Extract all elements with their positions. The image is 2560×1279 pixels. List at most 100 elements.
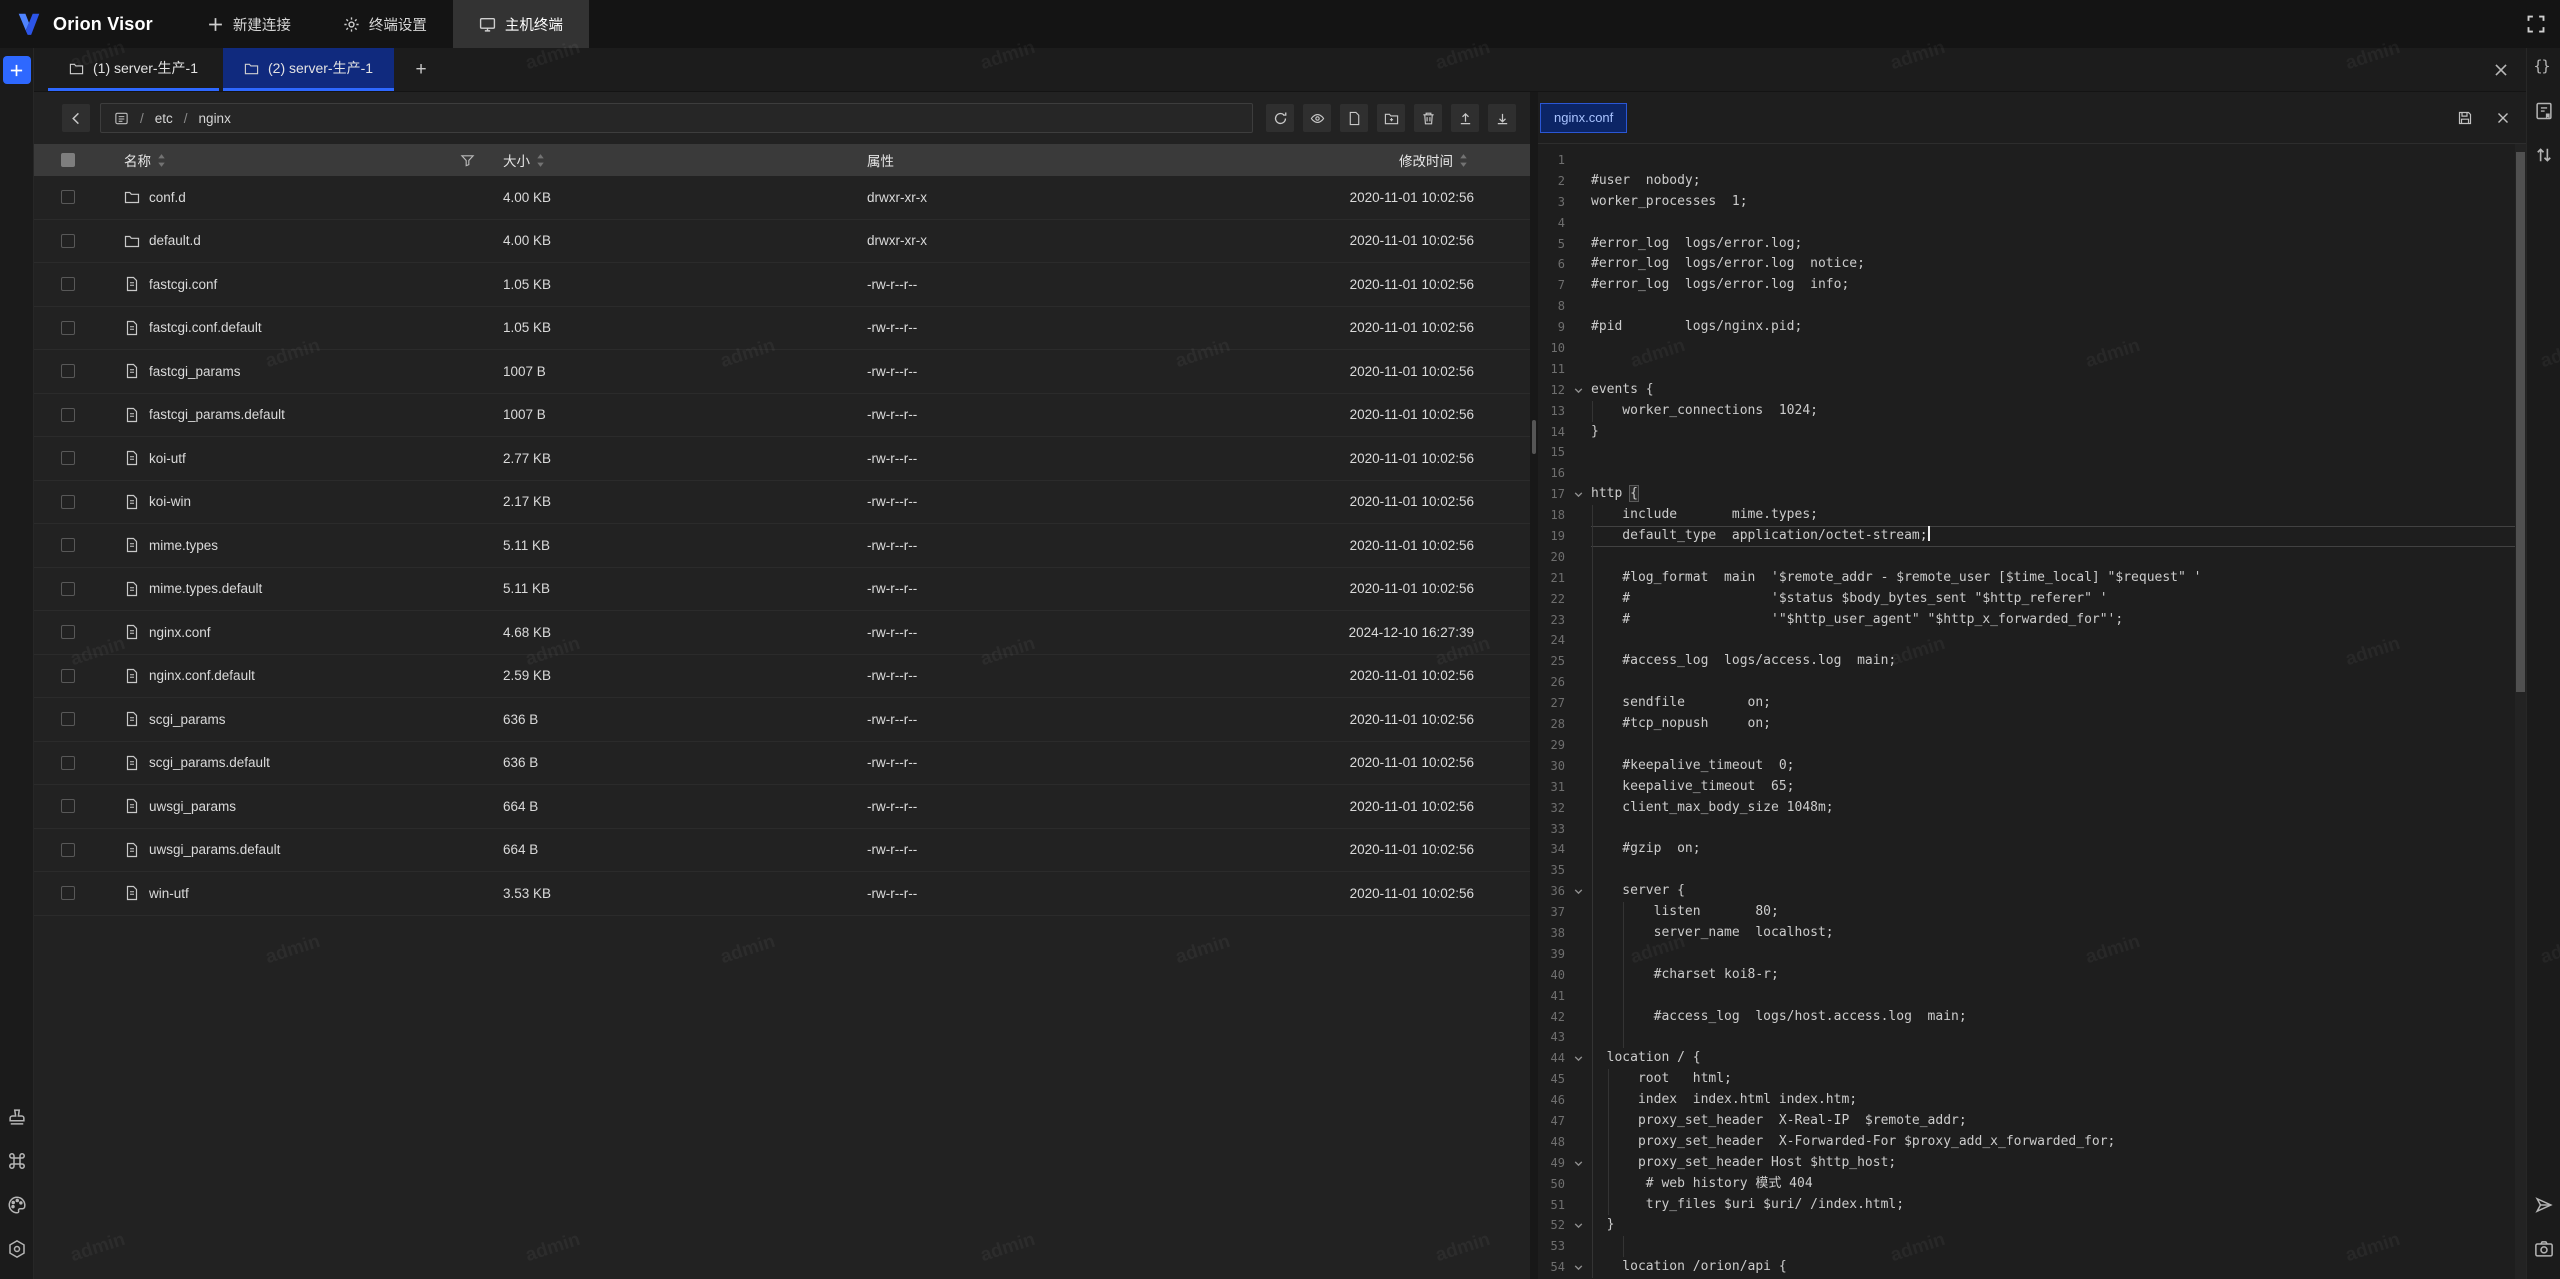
topbar-item-terminal-settings[interactable]: 终端设置 [317, 0, 453, 48]
fold-toggle[interactable] [1565, 672, 1591, 693]
fold-toggle[interactable] [1565, 401, 1591, 422]
code-line[interactable]: 19 default_type application/octet-stream… [1538, 526, 2526, 547]
code-line[interactable]: 42 #access_log logs/host.access.log main… [1538, 1007, 2526, 1028]
table-row[interactable]: fastcgi.conf.default 1.05 KB -rw-r--r-- … [34, 307, 1530, 351]
fold-toggle[interactable] [1565, 1007, 1591, 1028]
code-line[interactable]: 54 location /orion/api { [1538, 1257, 2526, 1278]
code-line[interactable]: 53 [1538, 1236, 2526, 1257]
braces-icon[interactable]: {} [2534, 57, 2554, 77]
list-icon[interactable] [114, 111, 129, 126]
doc-bookmark-icon[interactable] [2534, 101, 2554, 121]
file-name[interactable]: koi-utf [149, 451, 186, 466]
fold-toggle[interactable] [1565, 651, 1591, 672]
code-line[interactable]: 37 listen 80; [1538, 902, 2526, 923]
row-checkbox[interactable] [61, 451, 75, 465]
code-line[interactable]: 35 [1538, 860, 2526, 881]
code-line[interactable]: 12 events { [1538, 380, 2526, 401]
code-line[interactable]: 46 index index.html index.htm; [1538, 1090, 2526, 1111]
table-row[interactable]: default.d 4.00 KB drwxr-xr-x 2020-11-01 … [34, 220, 1530, 264]
table-row[interactable]: uwsgi_params 664 B -rw-r--r-- 2020-11-01… [34, 785, 1530, 829]
row-checkbox[interactable] [61, 408, 75, 422]
code-line[interactable]: 10 [1538, 338, 2526, 359]
code-line[interactable]: 41 [1538, 986, 2526, 1007]
new-tab-button[interactable] [3, 56, 31, 84]
fold-toggle[interactable] [1565, 819, 1591, 840]
fold-chevron-icon[interactable] [1565, 1048, 1591, 1069]
code-line[interactable]: 44 location / { [1538, 1048, 2526, 1069]
fold-toggle[interactable] [1565, 756, 1591, 777]
row-checkbox[interactable] [61, 625, 75, 639]
fold-toggle[interactable] [1565, 234, 1591, 255]
path-segment[interactable]: etc [155, 111, 173, 126]
stamp-icon[interactable] [7, 1107, 27, 1127]
terminal-tab-1[interactable]: (1) server-生产-1 [48, 48, 219, 91]
preview-eye-button[interactable] [1303, 104, 1331, 132]
row-checkbox[interactable] [61, 538, 75, 552]
table-row[interactable]: fastcgi_params.default 1007 B -rw-r--r--… [34, 394, 1530, 438]
fold-toggle[interactable] [1565, 860, 1591, 881]
filter-funnel-icon[interactable] [460, 153, 475, 168]
table-row[interactable]: fastcgi_params 1007 B -rw-r--r-- 2020-11… [34, 350, 1530, 394]
table-row[interactable]: koi-win 2.17 KB -rw-r--r-- 2020-11-01 10… [34, 481, 1530, 525]
camera-icon[interactable] [2534, 1239, 2554, 1259]
fold-toggle[interactable] [1565, 589, 1591, 610]
new-file-button[interactable] [1340, 104, 1368, 132]
topbar-item-host-terminal[interactable]: 主机终端 [453, 0, 589, 48]
code-line[interactable]: 20 [1538, 547, 2526, 568]
table-row[interactable]: scgi_params.default 636 B -rw-r--r-- 202… [34, 742, 1530, 786]
file-name[interactable]: scgi_params.default [149, 755, 270, 770]
table-row[interactable]: nginx.conf 4.68 KB -rw-r--r-- 2024-12-10… [34, 611, 1530, 655]
code-line[interactable]: 36 server { [1538, 881, 2526, 902]
fold-toggle[interactable] [1565, 192, 1591, 213]
fold-toggle[interactable] [1565, 1195, 1591, 1216]
fold-toggle[interactable] [1565, 630, 1591, 651]
code-line[interactable]: 22 # '$status $body_bytes_sent "$http_re… [1538, 589, 2526, 610]
path-breadcrumb[interactable]: /etc/nginx [100, 103, 1253, 133]
row-checkbox[interactable] [61, 886, 75, 900]
row-checkbox[interactable] [61, 277, 75, 291]
code-line[interactable]: 2 #user nobody; [1538, 171, 2526, 192]
code-line[interactable]: 29 [1538, 735, 2526, 756]
sort-carets-icon[interactable] [1459, 153, 1468, 168]
column-mtime-label[interactable]: 修改时间 [1399, 150, 1453, 170]
fold-toggle[interactable] [1565, 213, 1591, 234]
file-name[interactable]: scgi_params [149, 712, 226, 727]
code-line[interactable]: 31 keepalive_timeout 65; [1538, 777, 2526, 798]
code-line[interactable]: 8 [1538, 296, 2526, 317]
file-name[interactable]: nginx.conf.default [149, 668, 255, 683]
refresh-button[interactable] [1266, 104, 1294, 132]
fold-toggle[interactable] [1565, 610, 1591, 631]
save-button[interactable] [2452, 105, 2478, 131]
code-line[interactable]: 21 #log_format main '$remote_addr - $rem… [1538, 568, 2526, 589]
table-row[interactable]: mime.types.default 5.11 KB -rw-r--r-- 20… [34, 568, 1530, 612]
fold-toggle[interactable] [1565, 526, 1591, 547]
sort-carets-icon[interactable] [157, 153, 166, 168]
fold-chevron-icon[interactable] [1565, 881, 1591, 902]
code-line[interactable]: 7 #error_log logs/error.log info; [1538, 275, 2526, 296]
fold-toggle[interactable] [1565, 442, 1591, 463]
fold-toggle[interactable] [1565, 798, 1591, 819]
fullscreen-icon[interactable] [2526, 14, 2546, 34]
code-line[interactable]: 34 #gzip on; [1538, 839, 2526, 860]
fold-toggle[interactable] [1565, 923, 1591, 944]
code-line[interactable]: 38 server_name localhost; [1538, 923, 2526, 944]
code-line[interactable]: 13 worker_connections 1024; [1538, 401, 2526, 422]
row-checkbox[interactable] [61, 843, 75, 857]
delete-button[interactable] [1414, 104, 1442, 132]
table-row[interactable]: conf.d 4.00 KB drwxr-xr-x 2020-11-01 10:… [34, 176, 1530, 220]
code-line[interactable]: 23 # '"$http_user_agent" "$http_x_forwar… [1538, 610, 2526, 631]
upload-button[interactable] [1451, 104, 1479, 132]
send-icon[interactable] [2534, 1195, 2554, 1215]
fold-toggle[interactable] [1565, 296, 1591, 317]
fold-toggle[interactable] [1565, 338, 1591, 359]
file-name[interactable]: nginx.conf [149, 625, 211, 640]
row-checkbox[interactable] [61, 190, 75, 204]
code-line[interactable]: 30 #keepalive_timeout 0; [1538, 756, 2526, 777]
palette-icon[interactable] [7, 1195, 27, 1215]
fold-toggle[interactable] [1565, 693, 1591, 714]
file-name[interactable]: fastcgi.conf.default [149, 320, 262, 335]
fold-toggle[interactable] [1565, 1174, 1591, 1195]
code-line[interactable]: 51 try_files $uri $uri/ /index.html; [1538, 1195, 2526, 1216]
code-line[interactable]: 17 http { [1538, 484, 2526, 505]
fold-chevron-icon[interactable] [1565, 1153, 1591, 1174]
